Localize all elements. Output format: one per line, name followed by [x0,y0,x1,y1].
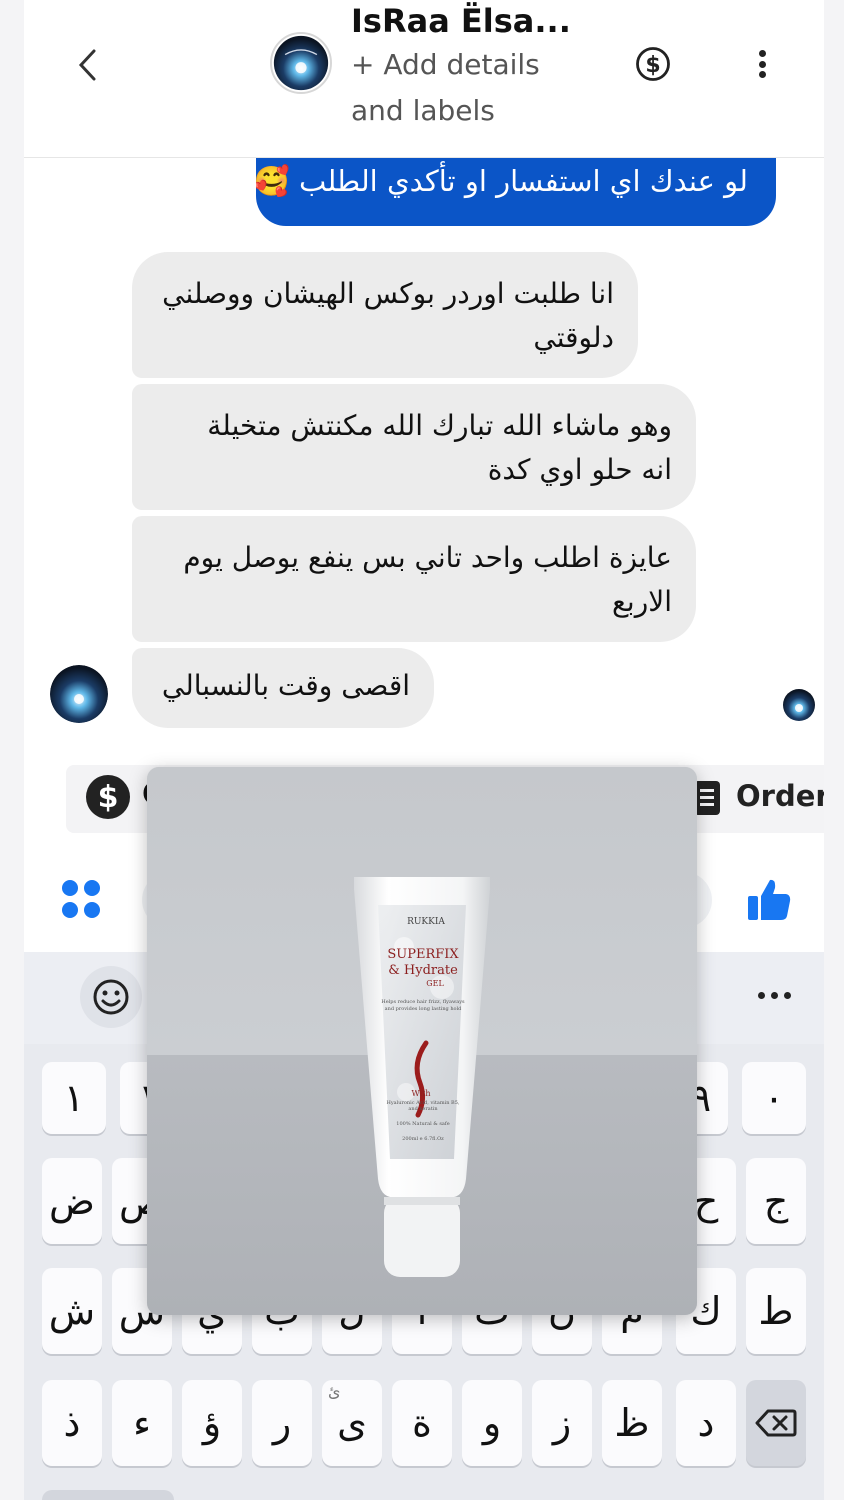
add-details-link[interactable]: + Add details [351,48,540,81]
smiling-hearts-emoji: 🥰 [256,164,290,198]
thumbs-up-icon[interactable] [746,876,792,922]
product-title-line3: GEL [426,979,444,988]
product-title-line2: & Hydrate [388,963,458,978]
svg-text:$: $ [645,53,660,78]
key-label: ى [337,1401,367,1445]
chevron-left-icon [78,49,96,81]
key[interactable]: د [676,1380,736,1466]
incoming-message[interactable]: عايزة اطلب واحد تاني بس ينفع يوصل يوم ال… [132,516,696,642]
message-line: انه حلو اوي كدة [487,453,672,486]
order-button[interactable]: Order [736,779,824,813]
keyboard-more-icon[interactable] [758,992,791,999]
product-description: Helps reduce hair frizz, flyaways and pr… [381,999,465,1012]
more-options-icon[interactable] [746,44,778,84]
product-claims: 100% Natural & safe [396,1121,450,1127]
outgoing-message[interactable]: لو عندك اي استفسار او تأكدي الطلب 🥰 [256,158,776,226]
incoming-message[interactable]: اقصى وقت بالنسبالي [132,648,434,728]
contact-name[interactable]: IsRaa Ëlsa... [351,2,571,40]
key[interactable]: و [462,1380,522,1466]
product-brand: RUKKIA [407,917,445,927]
smiley-icon [93,979,129,1015]
key[interactable]: ١ [42,1062,106,1134]
key[interactable]: ر [252,1380,312,1466]
key[interactable]: ة [392,1380,452,1466]
product-ingredients: Hyaluronic Acid, vitamin B5, and keratin [386,1100,460,1112]
apps-grid-icon[interactable] [62,880,102,920]
sender-avatar[interactable] [50,665,108,723]
gel-tube-image [354,877,490,1277]
incoming-message[interactable]: وهو ماشاء الله تبارك الله مكنتش متخيلة ا… [132,384,696,510]
dollar-circle-icon[interactable]: $ [86,775,130,819]
message-line: عايزة اطلب واحد تاني بس ينفع يوصل يوم [183,541,672,574]
key[interactable]: ظ [602,1380,662,1466]
product-image-preview[interactable]: RUKKIA SUPERFIX & Hydrate GEL Helps redu… [147,767,697,1315]
key[interactable]: ش [42,1268,102,1354]
incoming-message[interactable]: انا طلبت اوردر بوكس الهيشان ووصلني دلوقت… [132,252,638,378]
message-thread: لو عندك اي استفسار او تأكدي الطلب 🥰 انا … [24,158,824,758]
product-with-label: With [411,1089,431,1098]
outgoing-message-text: لو عندك اي استفسار او تأكدي الطلب [298,164,748,198]
conversation-header: IsRaa Ëlsa... + Add details and labels $ [24,0,824,158]
message-line: اقصى وقت بالنسبالي [161,669,410,702]
message-line: الاربع [612,585,672,618]
back-button[interactable] [68,40,108,90]
key[interactable]: ز [532,1380,592,1466]
contact-avatar[interactable] [270,32,332,94]
key[interactable]: ط [746,1268,806,1354]
key[interactable]: ض [42,1158,102,1244]
message-line: انا طلبت اوردر بوكس الهيشان ووصلني [162,277,614,310]
key[interactable]: ئ ى [322,1380,382,1466]
key-hint: ئ [328,1382,341,1401]
key[interactable]: ء [112,1380,172,1466]
payment-dollar-icon[interactable]: $ [635,46,671,82]
key[interactable]: ؤ [182,1380,242,1466]
message-line: وهو ماشاء الله تبارك الله مكنتش متخيلة [207,409,672,442]
product-volume: 200ml e 6.7fl.Oz [402,1136,444,1142]
key[interactable] [42,1490,174,1500]
message-line: دلوقتي [533,321,614,354]
seen-receipt-avatar [783,689,815,721]
product-title-line1: SUPERFIX [387,947,459,962]
backspace-icon [755,1409,797,1437]
key[interactable]: ج [746,1158,806,1244]
key[interactable]: ٠ [742,1062,806,1134]
key[interactable]: ذ [42,1380,102,1466]
emoji-keyboard-button[interactable] [80,966,142,1028]
add-labels-link[interactable]: and labels [351,94,495,127]
backspace-key[interactable] [746,1380,806,1466]
